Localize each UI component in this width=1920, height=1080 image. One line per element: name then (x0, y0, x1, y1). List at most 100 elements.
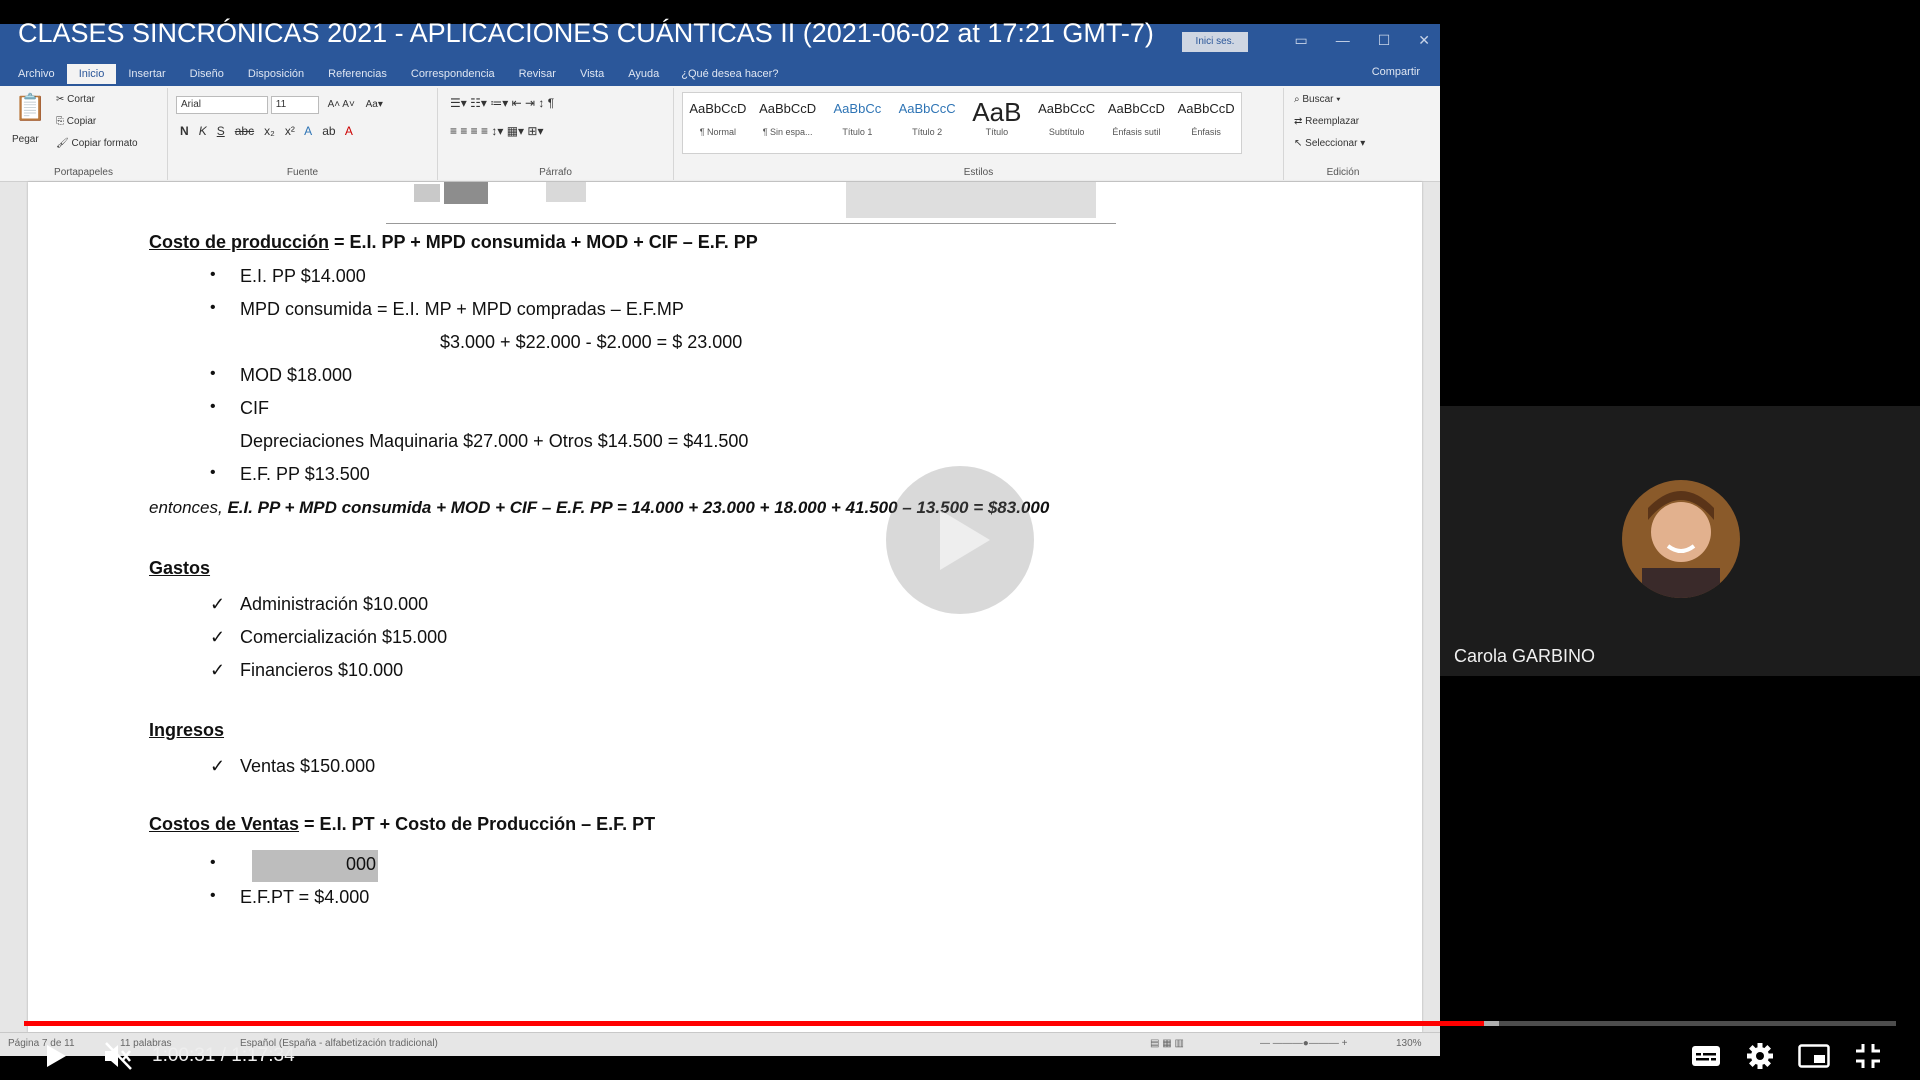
text-effects-icon[interactable]: A (304, 124, 312, 138)
paragraph-group: ☰▾ ☷▾ ≔▾ ⇤ ⇥ ↕ ¶ ≡ ≡ ≡ ≡ ↕▾ ▦▾ ⊞▾ Párraf… (438, 88, 674, 180)
miniplayer-button[interactable] (1794, 1036, 1834, 1076)
editing-group: ⌕ Buscar ▾ ⇄ Reemplazar ↖ Seleccionar ▾ … (1284, 88, 1402, 180)
minimize-icon[interactable]: — (1336, 32, 1350, 49)
cost-item-mpd: MPD consumida = E.I. MP + MPD compradas … (240, 299, 684, 319)
list-icons[interactable]: ☰▾ ☷▾ ≔▾ ⇤ ⇥ ↕ ¶ (450, 96, 554, 110)
participant-name: Carola GARBINO (1454, 646, 1596, 666)
miniplayer-icon (1798, 1044, 1830, 1068)
gear-icon (1747, 1043, 1773, 1069)
font-color-icon[interactable]: A (345, 124, 353, 138)
document-page[interactable]: Costo de producción = E.I. PP + MPD cons… (28, 182, 1422, 1032)
cost-item-ei: E.I. PP $14.000 (240, 266, 366, 286)
building-sketch (846, 182, 1096, 218)
gasto-item: Comercialización $15.000 (240, 627, 448, 647)
subtitles-button[interactable] (1686, 1036, 1726, 1076)
underline-icon[interactable]: S (217, 124, 225, 138)
progress-played (24, 1021, 1485, 1026)
logo-seal (444, 182, 488, 204)
video-player[interactable]: Inici ses. ▭ — ☐ ✕ Archivo Inicio Insert… (0, 0, 1920, 1080)
gasto-item: Financieros $10.000 (240, 660, 404, 680)
play-icon (47, 1045, 66, 1067)
participant-avatar (1622, 480, 1740, 598)
copy-button[interactable]: ⎘ Copiar (56, 116, 96, 127)
video-title[interactable]: CLASES SINCRÓNICAS 2021 - APLICACIONES C… (18, 18, 1154, 49)
cursor-icon: ↖ (1294, 138, 1306, 149)
tab-referencias[interactable]: Referencias (316, 64, 399, 84)
cut-button[interactable]: ✂ Cortar (56, 94, 95, 105)
shared-word-window: Inici ses. ▭ — ☐ ✕ Archivo Inicio Insert… (0, 24, 1440, 1056)
bold-icon[interactable]: N (180, 124, 189, 138)
play-icon (940, 510, 990, 570)
maximize-icon[interactable]: ☐ (1378, 32, 1391, 49)
tell-me-search[interactable]: ¿Qué desea hacer? (681, 68, 778, 80)
copy-icon: ⎘ (56, 116, 67, 127)
cost-item-cif-detail: Depreciaciones Maquinaria $27.000 + Otro… (240, 431, 749, 451)
ribbon: 📋 Pegar ✂ Cortar ⎘ Copiar 🖌 Copiar forma… (0, 86, 1440, 182)
close-icon[interactable]: ✕ (1418, 32, 1430, 49)
logo-school (546, 182, 586, 202)
tab-correspondencia[interactable]: Correspondencia (399, 64, 507, 84)
paste-button[interactable]: Pegar (12, 134, 39, 145)
tab-ayuda[interactable]: Ayuda (616, 64, 671, 84)
brush-icon: 🖌 (56, 138, 72, 149)
replace-button[interactable]: ⇄ Reemplazar (1294, 116, 1359, 127)
share-button[interactable]: Compartir (1372, 66, 1420, 78)
tab-insertar[interactable]: Insertar (116, 64, 177, 84)
time-total: 1:17:34 (231, 1045, 295, 1066)
progress-bar[interactable] (24, 1021, 1896, 1026)
grow-font-icon[interactable]: A˄ A˅ (328, 99, 355, 110)
ribbon-display-icon[interactable]: ▭ (1294, 32, 1307, 49)
bullet-icon: • (210, 299, 216, 316)
clipboard-group-label: Portapapeles (54, 167, 113, 178)
format-painter-button[interactable]: 🖌 Copiar formato (56, 138, 138, 149)
change-case-icon[interactable]: Aa▾ (366, 99, 383, 110)
bullet-icon: • (210, 854, 216, 871)
font-name-select[interactable]: Arial (176, 96, 268, 114)
exit-fullscreen-icon (1856, 1044, 1880, 1068)
check-icon: ✓ (210, 627, 226, 647)
scissors-icon: ✂ (56, 94, 68, 105)
tab-archivo[interactable]: Archivo (6, 64, 67, 84)
tab-inicio[interactable]: Inicio (66, 64, 117, 84)
bullet-icon: • (210, 887, 216, 904)
superscript-icon[interactable]: x² (285, 124, 295, 138)
settings-button[interactable] (1740, 1036, 1780, 1076)
check-icon: ✓ (210, 594, 226, 614)
ingreso-item: Ventas $150.000 (240, 756, 376, 776)
check-icon: ✓ (210, 660, 226, 680)
font-group-label: Fuente (286, 167, 319, 178)
mute-button[interactable] (98, 1036, 138, 1076)
cost-item-mpd-calc: $3.000 + $22.000 - $2.000 = $ 23.000 (440, 332, 743, 352)
bullet-icon: • (210, 266, 216, 283)
italic-icon[interactable]: K (199, 124, 207, 138)
letterhead-logos (386, 182, 1116, 224)
gastos-heading: Gastos (149, 558, 211, 578)
tab-vista[interactable]: Vista (568, 64, 616, 84)
align-icons[interactable]: ≡ ≡ ≡ ≡ ↕▾ ▦▾ ⊞▾ (450, 124, 543, 138)
strikethrough-icon[interactable]: abc (235, 124, 254, 138)
find-button[interactable]: ⌕ Buscar ▾ (1294, 94, 1341, 105)
select-button[interactable]: ↖ Seleccionar ▾ (1294, 138, 1365, 149)
check-icon: ✓ (210, 756, 226, 776)
document-area: Costo de producción = E.I. PP + MPD cons… (0, 182, 1440, 1032)
bullet-icon: • (210, 365, 216, 382)
highlight-icon[interactable]: ab (322, 124, 335, 138)
paste-icon[interactable]: 📋 (14, 92, 46, 123)
play-button[interactable] (36, 1036, 76, 1076)
big-play-button[interactable] (886, 466, 1034, 614)
subscript-icon[interactable]: x₂ (264, 124, 275, 138)
font-group: Arial 11 A˄ A˅ Aa▾ N K S abc x₂ x² A ab … (168, 88, 438, 180)
tab-diseno[interactable]: Diseño (178, 64, 236, 84)
styles-group: Estilos (674, 88, 1284, 180)
styles-group-label: Estilos (963, 167, 994, 178)
cost-formula-heading: Costo de producción = E.I. PP + MPD cons… (149, 232, 758, 252)
font-size-select[interactable]: 11 (270, 96, 319, 114)
tab-disposicion[interactable]: Disposición (236, 64, 316, 84)
tab-revisar[interactable]: Revisar (507, 64, 568, 84)
participant-tile: Carola GARBINO (1440, 406, 1920, 676)
exit-fullscreen-button[interactable] (1848, 1036, 1888, 1076)
signin-button[interactable]: Inici ses. (1182, 32, 1248, 52)
subtitles-icon (1692, 1046, 1720, 1066)
player-controls: 1:00:31 / 1:17:34 (0, 1030, 1920, 1080)
ingresos-heading: Ingresos (149, 720, 225, 740)
